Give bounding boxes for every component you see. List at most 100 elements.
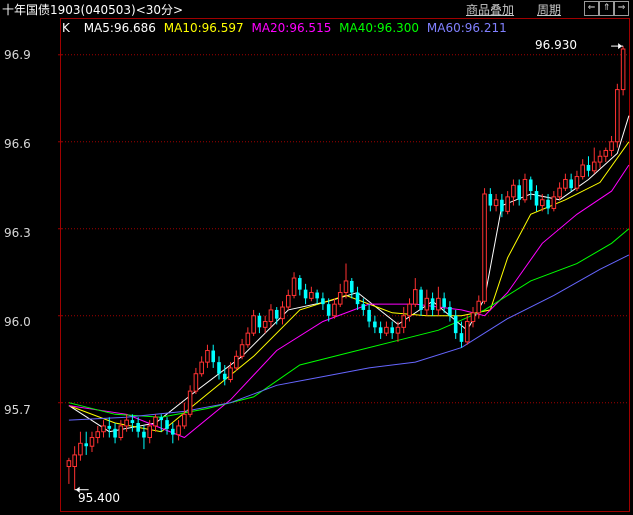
candle-body-down: [222, 373, 227, 380]
candle-body-down: [274, 309, 279, 319]
candle-body-up: [118, 425, 124, 439]
candle-body-up: [551, 196, 557, 209]
candle-body-up: [187, 390, 193, 415]
candle-body-up: [239, 344, 245, 357]
candle-body-up: [245, 332, 251, 346]
low-price-label: 95.400: [78, 491, 120, 505]
candle-body-up: [199, 361, 204, 375]
ma20-line: [68, 164, 630, 439]
candle-body-up: [609, 141, 614, 151]
candle-body-up: [557, 187, 562, 198]
candle-body-down: [459, 333, 464, 342]
candle-body-down: [298, 278, 302, 290]
candle-body-up: [436, 297, 441, 311]
candle-body-up: [193, 373, 199, 392]
candle-body-down: [113, 428, 117, 438]
candle-body-down: [321, 298, 325, 305]
candle-body-down: [326, 304, 331, 316]
candle-body-down: [315, 292, 319, 299]
candle-body-down: [107, 425, 112, 429]
ma5-line: [68, 115, 630, 433]
candle-body-down: [453, 315, 458, 334]
candle-body-up: [343, 280, 349, 294]
candle-body-up: [412, 289, 418, 305]
candle-body-up: [101, 425, 106, 433]
candle-body-down: [349, 280, 354, 293]
ma60-line: [68, 254, 630, 421]
candle-body-down: [303, 289, 308, 299]
candle-body-down: [142, 431, 146, 438]
candle-body-down: [257, 315, 262, 328]
candle-body-down: [528, 179, 533, 192]
candle-body-up: [511, 184, 516, 198]
ma40-line: [68, 228, 630, 418]
candle-body-down: [165, 420, 169, 429]
candle-body-down: [378, 327, 383, 334]
candle-body-down: [546, 199, 550, 209]
candle-body-down: [211, 350, 216, 363]
candle-body-down: [373, 321, 377, 328]
candle-body-up: [182, 413, 187, 427]
high-price-label: 96.930: [535, 38, 577, 52]
candle-body-down: [419, 289, 423, 310]
candle-body-up: [147, 425, 153, 439]
candle-body-up: [291, 277, 297, 296]
candle-body-up: [337, 292, 343, 305]
candle-body-up: [285, 294, 291, 308]
candle-body-down: [448, 307, 452, 316]
candle-body-down: [517, 185, 521, 200]
candle-body-down: [569, 179, 573, 189]
candle-body-up: [176, 425, 181, 436]
candle-body-up: [384, 326, 389, 334]
candle-body-down: [500, 199, 504, 212]
candle-body-up: [574, 176, 580, 189]
candle-body-up: [262, 321, 268, 328]
candle-body-down: [390, 327, 394, 334]
candle-body-up: [78, 442, 83, 456]
candle-body-up: [522, 178, 528, 201]
candle-body-down: [361, 304, 366, 310]
candlestick-chart[interactable]: [0, 0, 633, 515]
candle-body-up: [332, 303, 337, 317]
candle-body-down: [171, 428, 175, 435]
candle-body-up: [464, 321, 470, 343]
candle-body-down: [136, 423, 140, 432]
candle-body-up: [401, 315, 407, 328]
candle-body-up: [539, 199, 545, 207]
candle-body-up: [407, 303, 412, 317]
high-pointer-arrow: [618, 43, 623, 50]
candle-body-down: [130, 420, 135, 424]
candle-body-up: [66, 460, 72, 468]
candle-body-up: [482, 193, 487, 302]
candle-body-up: [615, 89, 620, 143]
candle-body-up: [268, 309, 274, 323]
candle-body-up: [470, 312, 476, 323]
candle-body-down: [534, 191, 539, 206]
candle-body-up: [251, 315, 256, 334]
candle-body-up: [620, 48, 626, 91]
candle-body-up: [124, 419, 129, 427]
candle-body-up: [153, 416, 158, 427]
candle-body-up: [505, 196, 510, 212]
candle-body-down: [84, 443, 88, 447]
candle-body-up: [309, 292, 314, 299]
candle-body-down: [355, 292, 360, 305]
candle-body-up: [591, 161, 597, 172]
candle-body-up: [476, 300, 482, 314]
candle-body-up: [603, 149, 609, 157]
candle-body-up: [280, 306, 285, 320]
candle-body-down: [367, 309, 371, 322]
candle-body-up: [234, 355, 239, 369]
candle-body-down: [159, 417, 164, 421]
candle-body-up: [395, 326, 401, 334]
candle-body-up: [72, 454, 77, 468]
candle-body-up: [89, 437, 95, 447]
candle-body-up: [205, 350, 210, 363]
candle-body-up: [563, 178, 568, 189]
candle-body-up: [597, 155, 603, 163]
candle-body-down: [488, 193, 493, 206]
candle-body-up: [228, 367, 233, 381]
candle-body-down: [430, 298, 435, 310]
candle-body-down: [217, 362, 221, 374]
candle-body-up: [580, 164, 585, 178]
